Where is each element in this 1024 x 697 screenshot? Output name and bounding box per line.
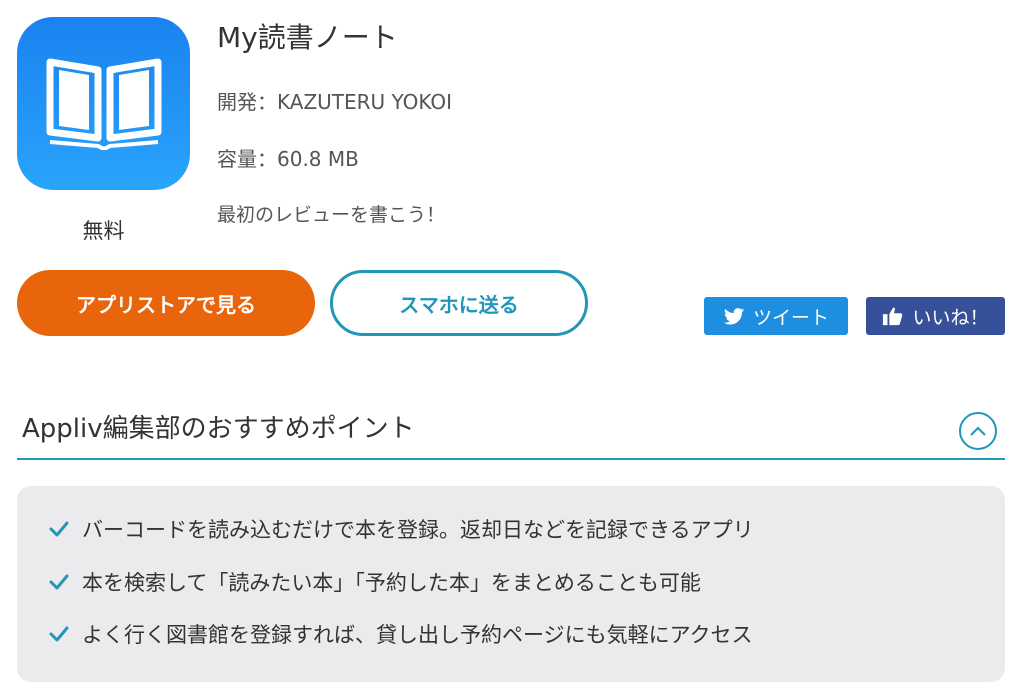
open-book-icon [46, 58, 161, 150]
collapse-button[interactable] [959, 412, 997, 450]
section-divider [17, 458, 1005, 460]
send-to-phone-button[interactable]: スマホに送る [330, 270, 588, 336]
size-label: 容量：60.8 MB [217, 147, 359, 171]
tweet-button[interactable]: ツイート [704, 297, 848, 335]
tweet-label: ツイート [752, 306, 829, 329]
recommend-point-text: バーコードを読み込むだけで本を登録。返却日などを記録できるアプリ [82, 518, 754, 542]
check-icon [49, 521, 69, 537]
developer-label: 開発：KAZUTERU YOKOI [217, 90, 453, 114]
app-title: My読書ノート [217, 21, 398, 54]
chevron-up-icon [970, 426, 986, 436]
twitter-bird-icon [723, 308, 745, 325]
like-label: いいね！ [912, 306, 989, 329]
review-link[interactable]: 最初のレビューを書こう！ [217, 200, 445, 227]
like-button[interactable]: いいね！ [866, 297, 1005, 335]
price-label: 無料 [82, 219, 125, 243]
recommend-point: バーコードを読み込むだけで本を登録。返却日などを記録できるアプリ [48, 514, 754, 544]
thumbs-up-icon [883, 307, 903, 326]
app-icon [17, 17, 190, 190]
check-icon [49, 626, 69, 642]
app-store-button[interactable]: アプリストアで見る [17, 270, 315, 336]
recommend-point-text: 本を検索して「読みたい本」「予約した本」をまとめることも可能 [82, 571, 701, 595]
recommend-point: よく行く図書館を登録すれば、貸し出し予約ページにも気軽にアクセス [48, 619, 753, 649]
recommend-point: 本を検索して「読みたい本」「予約した本」をまとめることも可能 [48, 567, 701, 597]
check-icon [49, 574, 69, 590]
section-title: Appliv編集部のおすすめポイント [22, 414, 415, 444]
recommend-point-text: よく行く図書館を登録すれば、貸し出し予約ページにも気軽にアクセス [82, 623, 753, 647]
